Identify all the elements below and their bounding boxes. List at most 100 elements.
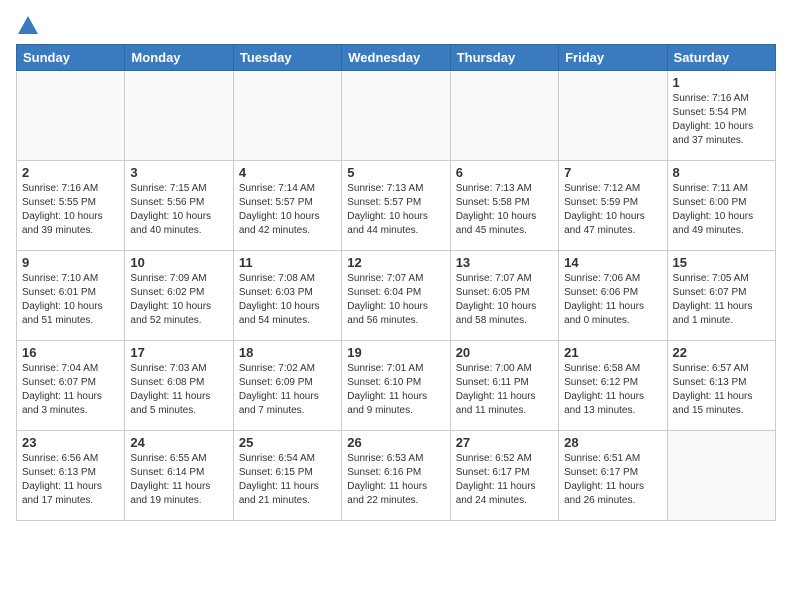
day-info: Sunrise: 7:03 AM Sunset: 6:08 PM Dayligh… xyxy=(130,362,227,418)
calendar-cell: 13 Sunrise: 7:07 AM Sunset: 6:05 PM Dayli… xyxy=(450,251,558,341)
day-number: 11 xyxy=(239,255,336,270)
calendar-cell: 26 Sunrise: 6:53 AM Sunset: 6:16 PM Dayli… xyxy=(342,431,450,521)
day-number: 5 xyxy=(347,165,444,180)
day-number: 7 xyxy=(564,165,661,180)
day-info: Sunrise: 7:05 AM Sunset: 6:07 PM Dayligh… xyxy=(673,272,770,328)
calendar-week-row: 1 Sunrise: 7:16 AM Sunset: 5:54 PM Daylig… xyxy=(17,71,776,161)
day-number: 3 xyxy=(130,165,227,180)
day-number: 20 xyxy=(456,345,553,360)
day-number: 4 xyxy=(239,165,336,180)
day-info: Sunrise: 7:15 AM Sunset: 5:56 PM Dayligh… xyxy=(130,182,227,238)
day-info: Sunrise: 7:13 AM Sunset: 5:58 PM Dayligh… xyxy=(456,182,553,238)
day-number: 1 xyxy=(673,75,770,90)
calendar-cell: 25 Sunrise: 6:54 AM Sunset: 6:15 PM Dayli… xyxy=(233,431,341,521)
calendar-cell xyxy=(17,71,125,161)
calendar-cell: 20 Sunrise: 7:00 AM Sunset: 6:11 PM Dayli… xyxy=(450,341,558,431)
calendar-table: SundayMondayTuesdayWednesdayThursdayFrid… xyxy=(16,44,776,521)
calendar-week-row: 9 Sunrise: 7:10 AM Sunset: 6:01 PM Daylig… xyxy=(17,251,776,341)
day-number: 22 xyxy=(673,345,770,360)
calendar-cell: 6 Sunrise: 7:13 AM Sunset: 5:58 PM Daylig… xyxy=(450,161,558,251)
day-info: Sunrise: 7:14 AM Sunset: 5:57 PM Dayligh… xyxy=(239,182,336,238)
day-number: 18 xyxy=(239,345,336,360)
day-number: 9 xyxy=(22,255,119,270)
calendar-cell: 16 Sunrise: 7:04 AM Sunset: 6:07 PM Dayli… xyxy=(17,341,125,431)
calendar-cell: 8 Sunrise: 7:11 AM Sunset: 6:00 PM Daylig… xyxy=(667,161,775,251)
day-number: 17 xyxy=(130,345,227,360)
day-info: Sunrise: 7:07 AM Sunset: 6:05 PM Dayligh… xyxy=(456,272,553,328)
weekday-header-friday: Friday xyxy=(559,45,667,71)
day-info: Sunrise: 7:07 AM Sunset: 6:04 PM Dayligh… xyxy=(347,272,444,328)
calendar-cell xyxy=(667,431,775,521)
day-number: 13 xyxy=(456,255,553,270)
day-info: Sunrise: 6:54 AM Sunset: 6:15 PM Dayligh… xyxy=(239,452,336,508)
day-info: Sunrise: 7:01 AM Sunset: 6:10 PM Dayligh… xyxy=(347,362,444,418)
calendar-cell: 4 Sunrise: 7:14 AM Sunset: 5:57 PM Daylig… xyxy=(233,161,341,251)
day-number: 16 xyxy=(22,345,119,360)
day-info: Sunrise: 7:09 AM Sunset: 6:02 PM Dayligh… xyxy=(130,272,227,328)
weekday-header-monday: Monday xyxy=(125,45,233,71)
calendar-cell: 1 Sunrise: 7:16 AM Sunset: 5:54 PM Daylig… xyxy=(667,71,775,161)
calendar-cell xyxy=(125,71,233,161)
calendar-cell: 22Sunrise: 6:57 AM Sunset: 6:13 PM Dayli… xyxy=(667,341,775,431)
calendar-cell: 9 Sunrise: 7:10 AM Sunset: 6:01 PM Daylig… xyxy=(17,251,125,341)
calendar-cell: 21 Sunrise: 6:58 AM Sunset: 6:12 PM Dayli… xyxy=(559,341,667,431)
day-number: 14 xyxy=(564,255,661,270)
calendar-cell: 3 Sunrise: 7:15 AM Sunset: 5:56 PM Daylig… xyxy=(125,161,233,251)
page-header xyxy=(16,16,776,32)
day-info: Sunrise: 7:13 AM Sunset: 5:57 PM Dayligh… xyxy=(347,182,444,238)
day-number: 6 xyxy=(456,165,553,180)
calendar-cell: 28Sunrise: 6:51 AM Sunset: 6:17 PM Dayli… xyxy=(559,431,667,521)
day-number: 25 xyxy=(239,435,336,450)
day-number: 21 xyxy=(564,345,661,360)
calendar-cell xyxy=(559,71,667,161)
day-info: Sunrise: 7:16 AM Sunset: 5:54 PM Dayligh… xyxy=(673,92,770,148)
day-info: Sunrise: 7:00 AM Sunset: 6:11 PM Dayligh… xyxy=(456,362,553,418)
calendar-cell: 15 Sunrise: 7:05 AM Sunset: 6:07 PM Dayli… xyxy=(667,251,775,341)
calendar-cell: 19Sunrise: 7:01 AM Sunset: 6:10 PM Dayli… xyxy=(342,341,450,431)
day-info: Sunrise: 6:53 AM Sunset: 6:16 PM Dayligh… xyxy=(347,452,444,508)
calendar-cell: 12 Sunrise: 7:07 AM Sunset: 6:04 PM Dayli… xyxy=(342,251,450,341)
day-info: Sunrise: 7:12 AM Sunset: 5:59 PM Dayligh… xyxy=(564,182,661,238)
day-info: Sunrise: 6:56 AM Sunset: 6:13 PM Dayligh… xyxy=(22,452,119,508)
calendar-cell: 11 Sunrise: 7:08 AM Sunset: 6:03 PM Dayli… xyxy=(233,251,341,341)
calendar-week-row: 23Sunrise: 6:56 AM Sunset: 6:13 PM Dayli… xyxy=(17,431,776,521)
logo-icon xyxy=(18,16,38,34)
day-number: 2 xyxy=(22,165,119,180)
day-number: 24 xyxy=(130,435,227,450)
calendar-cell xyxy=(342,71,450,161)
day-number: 26 xyxy=(347,435,444,450)
calendar-header-row: SundayMondayTuesdayWednesdayThursdayFrid… xyxy=(17,45,776,71)
weekday-header-sunday: Sunday xyxy=(17,45,125,71)
day-info: Sunrise: 7:08 AM Sunset: 6:03 PM Dayligh… xyxy=(239,272,336,328)
weekday-header-tuesday: Tuesday xyxy=(233,45,341,71)
day-number: 15 xyxy=(673,255,770,270)
day-number: 8 xyxy=(673,165,770,180)
day-number: 10 xyxy=(130,255,227,270)
day-info: Sunrise: 7:11 AM Sunset: 6:00 PM Dayligh… xyxy=(673,182,770,238)
day-info: Sunrise: 7:16 AM Sunset: 5:55 PM Dayligh… xyxy=(22,182,119,238)
day-info: Sunrise: 6:55 AM Sunset: 6:14 PM Dayligh… xyxy=(130,452,227,508)
calendar-cell: 24 Sunrise: 6:55 AM Sunset: 6:14 PM Dayli… xyxy=(125,431,233,521)
calendar-week-row: 16 Sunrise: 7:04 AM Sunset: 6:07 PM Dayli… xyxy=(17,341,776,431)
day-info: Sunrise: 7:02 AM Sunset: 6:09 PM Dayligh… xyxy=(239,362,336,418)
weekday-header-saturday: Saturday xyxy=(667,45,775,71)
calendar-week-row: 2 Sunrise: 7:16 AM Sunset: 5:55 PM Daylig… xyxy=(17,161,776,251)
calendar-cell: 2 Sunrise: 7:16 AM Sunset: 5:55 PM Daylig… xyxy=(17,161,125,251)
day-info: Sunrise: 7:10 AM Sunset: 6:01 PM Dayligh… xyxy=(22,272,119,328)
calendar-cell xyxy=(450,71,558,161)
weekday-header-wednesday: Wednesday xyxy=(342,45,450,71)
calendar-cell xyxy=(233,71,341,161)
calendar-cell: 7 Sunrise: 7:12 AM Sunset: 5:59 PM Daylig… xyxy=(559,161,667,251)
calendar-cell: 27 Sunrise: 6:52 AM Sunset: 6:17 PM Dayli… xyxy=(450,431,558,521)
day-info: Sunrise: 6:58 AM Sunset: 6:12 PM Dayligh… xyxy=(564,362,661,418)
day-number: 12 xyxy=(347,255,444,270)
day-number: 27 xyxy=(456,435,553,450)
calendar-cell: 5 Sunrise: 7:13 AM Sunset: 5:57 PM Daylig… xyxy=(342,161,450,251)
weekday-header-thursday: Thursday xyxy=(450,45,558,71)
day-info: Sunrise: 6:52 AM Sunset: 6:17 PM Dayligh… xyxy=(456,452,553,508)
calendar-cell: 17 Sunrise: 7:03 AM Sunset: 6:08 PM Dayli… xyxy=(125,341,233,431)
calendar-cell: 10 Sunrise: 7:09 AM Sunset: 6:02 PM Dayli… xyxy=(125,251,233,341)
day-info: Sunrise: 7:04 AM Sunset: 6:07 PM Dayligh… xyxy=(22,362,119,418)
calendar-cell: 14Sunrise: 7:06 AM Sunset: 6:06 PM Dayli… xyxy=(559,251,667,341)
logo xyxy=(16,16,38,32)
